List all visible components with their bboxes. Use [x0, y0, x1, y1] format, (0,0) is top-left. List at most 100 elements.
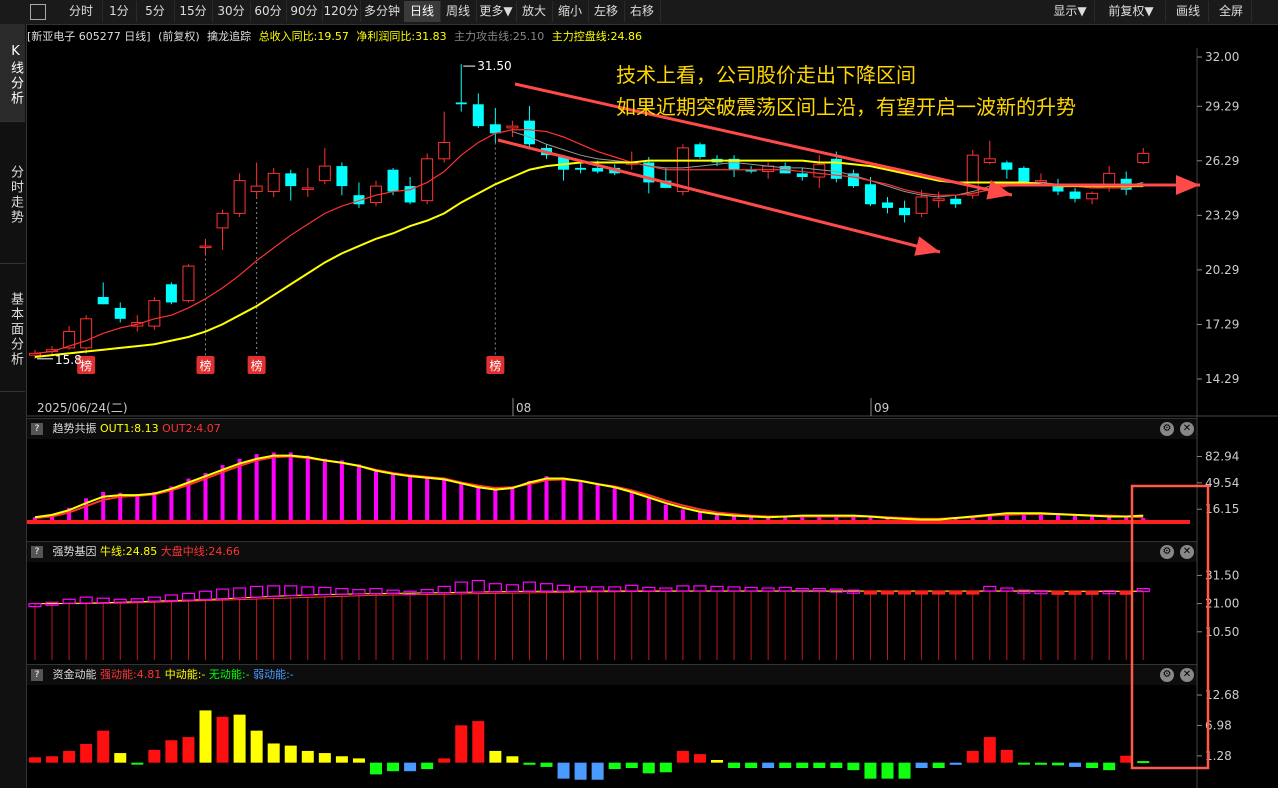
gene-box [198, 590, 213, 601]
trend-bar [612, 487, 617, 522]
candle-body [233, 180, 246, 214]
fund-bar [711, 760, 723, 763]
fund-bar [983, 737, 996, 763]
gene-box [284, 585, 298, 597]
fund-bar [813, 762, 826, 768]
fund-bar [676, 750, 689, 763]
fund-bar [1137, 761, 1150, 764]
gene-box [164, 594, 178, 602]
gene-box [471, 579, 485, 593]
y-tick-label: 82.94 [1205, 449, 1239, 463]
fund-bar [540, 762, 553, 767]
trend-bar [237, 458, 242, 522]
gene-box [573, 586, 588, 592]
trend-bar [169, 486, 174, 522]
fund-bar [472, 721, 485, 763]
candle-body [336, 166, 348, 187]
fund-bar [796, 762, 809, 768]
candle-body [285, 173, 297, 187]
gene-box [250, 585, 264, 598]
gene-box [880, 590, 895, 595]
trend-bar [135, 494, 140, 522]
fund-bar [915, 762, 928, 768]
candle-body [575, 167, 587, 170]
fund-bar [1034, 762, 1047, 765]
fund-bar [80, 744, 93, 763]
gene-box [778, 586, 792, 592]
trend-bar [595, 484, 600, 522]
annotation-line-2: 如果近期突破震荡区间上沿，有望开启一波新的升势 [616, 95, 1076, 119]
fund-bar [728, 762, 741, 768]
trend-bar [271, 452, 276, 522]
fund-bar [574, 762, 587, 780]
gene-box [215, 588, 230, 600]
candle-body [523, 120, 535, 145]
candle-body [80, 318, 93, 349]
fund-bar [131, 762, 144, 765]
candle-body [165, 284, 177, 303]
gene-box [795, 587, 809, 593]
y-tick-label: 23.29 [1205, 208, 1239, 222]
fund-bar [404, 762, 417, 772]
trend-bar [442, 477, 447, 522]
candle-body [592, 167, 604, 172]
trend-bar [578, 480, 583, 522]
candle-body [932, 198, 945, 202]
fund-bar [506, 756, 519, 763]
fund-bar [318, 753, 331, 763]
gene-box [96, 597, 110, 604]
gene-box [863, 590, 878, 595]
candle-body [983, 158, 996, 163]
gene-box [369, 587, 383, 595]
fund-bar [745, 762, 758, 768]
fund-bar [1120, 755, 1133, 763]
y-tick-label: 32.00 [1205, 50, 1239, 64]
trend-bar [254, 454, 259, 522]
rank-badge-label: 榜 [199, 358, 211, 373]
fund-bar [182, 737, 195, 763]
gene-box [488, 583, 502, 593]
candle-body [1086, 192, 1099, 200]
candle-body [1001, 162, 1013, 170]
y-tick-label: 49.54 [1205, 476, 1239, 490]
gene-box [659, 587, 673, 592]
trend-bar [629, 491, 634, 522]
fund-bar [1069, 762, 1082, 767]
fund-bar [966, 750, 979, 763]
arrow-lower-head [914, 236, 940, 256]
trend-bar [527, 480, 532, 522]
fund-bar [199, 710, 212, 763]
trend-bar [152, 491, 157, 522]
y-tick-label: 26.29 [1205, 154, 1239, 168]
fund-bar [1052, 762, 1064, 766]
fund-bar [421, 762, 434, 770]
candle-body [199, 245, 212, 249]
gene-box [1085, 590, 1099, 595]
candle-body [864, 184, 876, 205]
fund-bar [301, 750, 314, 763]
gene-box [914, 590, 929, 595]
chart-canvas: 32.00 29.29 26.29 23.29 20.29 17.29 14.29 榜 榜 榜 榜 3… [27, 48, 1278, 788]
trend-bar [510, 487, 515, 522]
y-tick-label: 29.29 [1205, 99, 1239, 113]
trend-bar [305, 455, 310, 522]
candle-body [29, 352, 41, 356]
gene-box [966, 590, 980, 595]
candle-body [318, 165, 331, 182]
fund-bar [847, 762, 860, 771]
ma-mid-line [512, 131, 1144, 198]
candle-body [950, 198, 962, 205]
fund-bar [608, 762, 621, 770]
gene-box [556, 584, 571, 592]
gene-box [181, 592, 196, 601]
gene-box [932, 590, 946, 595]
gene-box [642, 586, 656, 592]
y-tick-label: 10.50 [1205, 625, 1239, 639]
fund-bar [216, 716, 229, 763]
gene-box [267, 585, 281, 597]
gene-box [437, 585, 451, 594]
fund-bar [1086, 762, 1099, 768]
fund-bar [881, 762, 894, 779]
fund-bar [523, 762, 536, 765]
gene-box [949, 590, 963, 595]
